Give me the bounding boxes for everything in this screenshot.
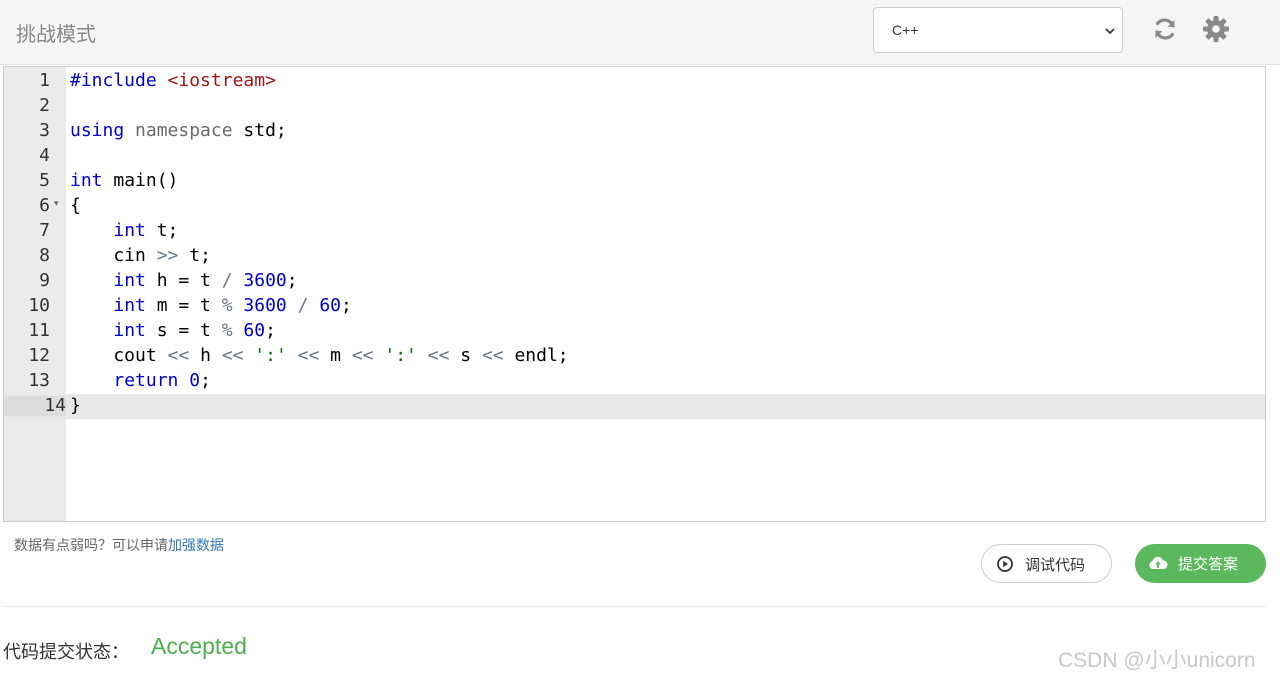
submit-answer-button[interactable]: 提交答案 (1135, 544, 1266, 583)
line-number: 1 (39, 70, 50, 91)
code-text: } (70, 395, 81, 416)
line-number: 4 (39, 145, 50, 166)
submission-status-value: Accepted (151, 633, 247, 659)
line-number: 10 (28, 295, 50, 316)
code-line[interactable]: 3 using namespace std; (4, 119, 1265, 144)
line-number: 7 (39, 220, 50, 241)
code-text: cin >> t; (70, 245, 211, 266)
code-editor[interactable]: 1 #include <iostream> 2 3 using namespace st… (3, 66, 1266, 522)
line-number: 6 (39, 195, 50, 216)
line-number: 5 (39, 170, 50, 191)
code-lines: 1 #include <iostream> 2 3 using namespace st… (4, 69, 1265, 419)
code-line[interactable]: 7 int t; (4, 219, 1265, 244)
line-number: 2 (39, 95, 50, 116)
line-number: 14 (4, 396, 66, 416)
language-select[interactable]: C++ (873, 7, 1123, 53)
line-number: 11 (28, 320, 50, 341)
code-text: int main() (70, 170, 179, 191)
code-text: int s = t % 60; (113, 320, 276, 341)
debug-code-label: 调试代码 (1025, 556, 1086, 574)
line-number: 9 (39, 270, 50, 291)
debug-code-button[interactable]: 调试代码 (981, 544, 1112, 583)
line-number: 12 (28, 345, 50, 366)
refresh-icon[interactable] (1150, 14, 1180, 44)
line-number: 13 (28, 370, 50, 391)
code-line[interactable]: 8 cin >> t; (4, 244, 1265, 269)
code-line[interactable]: 2 (4, 94, 1265, 119)
line-number: 8 (39, 245, 50, 266)
code-line[interactable]: 6 ▾ { (4, 194, 1265, 219)
code-text: return 0; (113, 370, 211, 391)
code-text: #include <iostream> (70, 70, 276, 91)
code-text: using namespace std; (70, 120, 287, 141)
gear-icon[interactable] (1201, 14, 1231, 44)
code-line[interactable]: 9 int h = t / 3600; (4, 269, 1265, 294)
code-line[interactable]: 4 (4, 144, 1265, 169)
fold-toggle-icon[interactable]: ▾ (54, 199, 59, 209)
code-text: cout << h << ':' << m << ':' << s << end… (70, 345, 569, 366)
code-line[interactable]: 14} (4, 394, 1265, 419)
code-text: int t; (113, 220, 179, 241)
submit-answer-label: 提交答案 (1178, 555, 1239, 573)
code-line[interactable]: 13 return 0; (4, 369, 1265, 394)
code-line[interactable]: 12 cout << h << ':' << m << ':' << s << … (4, 344, 1265, 369)
strengthen-data-hint: 数据有点弱吗？可以申请加强数据 (14, 535, 224, 555)
code-text: { (70, 195, 81, 216)
cloud-upload-icon (1149, 556, 1168, 569)
line-number: 3 (39, 120, 50, 141)
code-line[interactable]: 5 int main() (4, 169, 1265, 194)
code-line[interactable]: 10 int m = t % 3600 / 60; (4, 294, 1265, 319)
code-text: int m = t % 3600 / 60; (113, 295, 352, 316)
code-text: int h = t / 3600; (113, 270, 298, 291)
strengthen-data-link[interactable]: 加强数据 (168, 538, 224, 554)
language-select-value: C++ (892, 22, 919, 38)
mode-title: 挑战模式 (16, 22, 96, 46)
code-line[interactable]: 11 int s = t % 60; (4, 319, 1265, 344)
hint-text: 数据有点弱吗？可以申请 (14, 538, 168, 554)
play-circle-icon (997, 556, 1013, 572)
divider (3, 606, 1266, 607)
submission-status-label: 代码提交状态： (3, 642, 129, 663)
chevron-down-icon (1105, 28, 1115, 35)
code-line[interactable]: 1 #include <iostream> (4, 69, 1265, 94)
editor-header: 挑战模式 C++ (0, 0, 1280, 65)
watermark: CSDN @小小unicorn (1058, 649, 1256, 672)
